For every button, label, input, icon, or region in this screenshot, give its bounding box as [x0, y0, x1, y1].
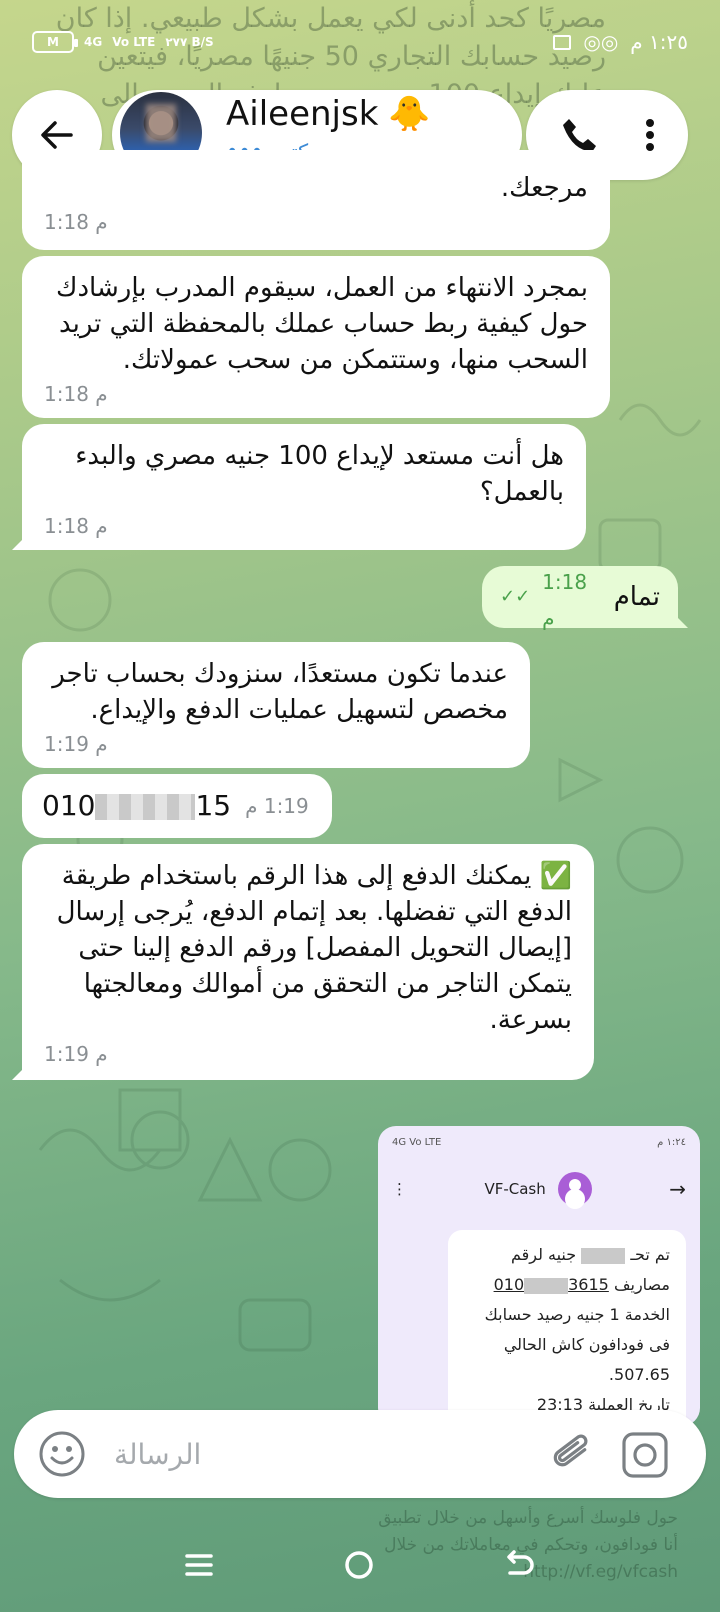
- network-volte-label: Vo LTE: [112, 35, 156, 49]
- message-input-bar: [14, 1410, 706, 1498]
- battery-icon: M: [32, 31, 78, 53]
- status-left: M 4G Vo LTE ٢٧٧ B/S: [32, 31, 214, 53]
- menu-icon[interactable]: [184, 1550, 214, 1580]
- outgoing-message-bubble[interactable]: تمام 1:18 م ✓✓: [482, 566, 678, 630]
- message-time: 1:19 م: [44, 1042, 108, 1066]
- contact-name: Aileenjsk: [226, 94, 379, 134]
- phone-number-text: 010 15: [42, 788, 231, 824]
- message-bubble[interactable]: هل أنت مستعد لإيداع 100 جنيه مصري والبدء…: [22, 424, 586, 550]
- sms-message: تم تحـ جنيه لرقم مصاريف 010 3615 الخدمة 1…: [448, 1230, 686, 1426]
- message-text: ✅ يمكنك الدفع إلى هذا الرقم باستخدام طري…: [44, 858, 572, 1038]
- message-bubble[interactable]: مرجعك. 1:18 م: [22, 150, 610, 250]
- emoji-icon[interactable]: [38, 1430, 86, 1478]
- paperclip-icon[interactable]: [546, 1428, 598, 1480]
- sms-line: مصاريف 010 3615: [464, 1270, 670, 1300]
- message-bubble[interactable]: عندما تكون مستعدًا، سنزودك بحساب تاجر مخ…: [22, 642, 530, 768]
- check-mark-emoji-icon: ✅: [539, 861, 572, 891]
- user-avatar-icon: [557, 1172, 592, 1206]
- image-app-title-row: VF-Cash: [484, 1172, 592, 1206]
- arrow-left-icon: [41, 121, 73, 149]
- sms-phone-number: 010 3615: [494, 1270, 609, 1300]
- back-nav-icon[interactable]: [504, 1549, 536, 1581]
- image-app-toolbar: ⋮ VF-Cash →: [378, 1158, 700, 1220]
- phone-suffix: 15: [195, 789, 232, 822]
- redacted-digits: [95, 794, 196, 820]
- sms-line: تم تحـ جنيه لرقم: [464, 1240, 670, 1270]
- sms-text: مصاريف: [613, 1275, 670, 1294]
- image-message[interactable]: 4G Vo LTE ١:٢٤ م ⋮ VF-Cash → تم تحـ جنيه…: [378, 1126, 700, 1426]
- sms-line: الخدمة 1 جنيه رصيد حسابك: [484, 1305, 670, 1324]
- image-app-title: VF-Cash: [484, 1180, 546, 1198]
- camera-icon[interactable]: [618, 1428, 672, 1482]
- gallery-icon: [553, 34, 572, 50]
- image-status-bar: 4G Vo LTE ١:٢٤ م: [378, 1126, 700, 1158]
- image-status-time: ١:٢٤ م: [657, 1136, 686, 1148]
- phone-prefix: 010: [42, 789, 96, 822]
- sms-num-prefix: 010: [493, 1275, 525, 1294]
- system-nav-bar: [0, 1530, 720, 1600]
- message-time: 1:18 م: [542, 570, 588, 630]
- message-bubble[interactable]: ✅ يمكنك الدفع إلى هذا الرقم باستخدام طري…: [22, 844, 594, 1080]
- sms-line: 507.65.: [608, 1365, 670, 1384]
- message-time: 1:18 م: [44, 210, 108, 234]
- sms-text: جنيه لرقم: [510, 1245, 577, 1264]
- message-time: 1:19 م: [44, 732, 108, 756]
- read-checks-icon: ✓✓: [500, 586, 531, 607]
- message-time: 1:18 م: [44, 514, 108, 538]
- message-input[interactable]: [114, 1424, 534, 1484]
- sms-num-suffix: 3615: [568, 1275, 609, 1294]
- clock-time: ١:٢٥ م: [630, 30, 688, 54]
- network-speed-label: ٢٧٧ B/S: [165, 35, 214, 49]
- duck-emoji-icon: 🐥: [388, 94, 431, 134]
- battery-label: M: [47, 35, 59, 49]
- message-text: مرجعك.: [500, 173, 588, 203]
- message-text: هل أنت مستعد لإيداع 100 جنيه مصري والبدء…: [75, 441, 564, 507]
- arrow-right-icon: →: [669, 1177, 686, 1201]
- more-vertical-icon[interactable]: [644, 115, 656, 155]
- redacted-amount: [581, 1247, 626, 1264]
- home-icon[interactable]: [343, 1549, 375, 1581]
- voicemail-icon: ◎◎: [583, 30, 619, 54]
- status-bar: M 4G Vo LTE ٢٧٧ B/S ◎◎ ١:٢٥ م: [0, 22, 720, 62]
- phone-icon[interactable]: [559, 115, 599, 155]
- message-time: 1:18 م: [44, 382, 108, 406]
- message-time: 1:19 م: [245, 794, 309, 818]
- network-4g-label: 4G: [84, 35, 103, 49]
- status-right: ◎◎ ١:٢٥ م: [553, 30, 688, 54]
- redacted-digits: [524, 1277, 569, 1294]
- message-bubble[interactable]: بمجرد الانتهاء من العمل، سيقوم المدرب بإ…: [22, 256, 610, 418]
- more-vertical-icon: ⋮: [392, 1180, 407, 1198]
- message-text: بمجرد الانتهاء من العمل، سيقوم المدرب بإ…: [56, 273, 588, 375]
- message-text: عندما تكون مستعدًا، سنزودك بحساب تاجر مخ…: [52, 659, 508, 725]
- sms-line: فى فودافون كاش الحالي: [503, 1335, 670, 1354]
- message-body: يمكنك الدفع إلى هذا الرقم باستخدام طريقة…: [56, 861, 572, 1035]
- message-bubble[interactable]: 010 15 1:19 م: [22, 774, 332, 838]
- message-text: تمام: [613, 582, 660, 612]
- sms-text: تم تحـ: [630, 1245, 670, 1264]
- image-status-left: 4G Vo LTE: [392, 1136, 442, 1148]
- contact-name-row: Aileenjsk 🐥: [226, 94, 431, 134]
